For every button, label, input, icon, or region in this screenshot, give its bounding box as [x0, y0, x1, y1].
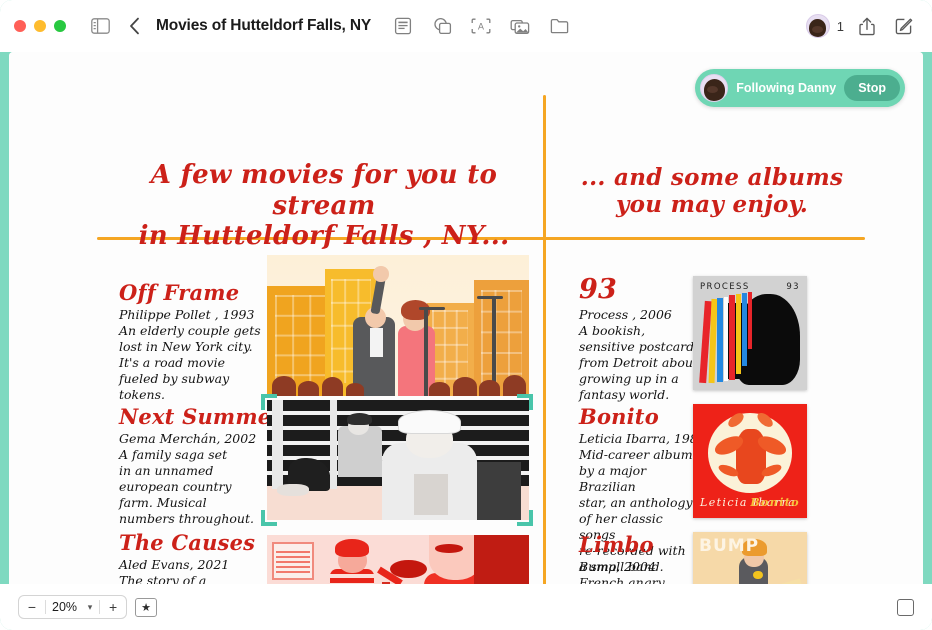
toolbar-right: 1 [805, 12, 918, 40]
album-cover-title: Bonito [750, 496, 800, 509]
chevron-down-icon[interactable]: ▾ [81, 602, 99, 613]
movie-title: The Causes [119, 530, 256, 555]
sidebar-icon[interactable] [86, 12, 114, 40]
movie-credit: Philippe Pollet , 1993 [119, 307, 255, 322]
album-credit: Process , 2006 [579, 307, 672, 322]
wetsuit-badge [753, 570, 763, 579]
vertical-divider-line [543, 95, 546, 613]
page-title: Movies of Hutteldorf Falls, NY [156, 17, 372, 34]
following-label: Following Danny [736, 81, 837, 95]
zoom-out-button[interactable]: − [19, 596, 45, 618]
album-cover-band-name: BUMP [699, 536, 760, 556]
selection-handle-bottom-right[interactable] [517, 510, 533, 526]
shapes-icon[interactable] [428, 12, 456, 40]
album-cover-number: 93 [786, 282, 800, 292]
maximize-button[interactable] [54, 20, 66, 32]
braid-white [723, 296, 729, 381]
movie-description: A family saga set in an unnamed european… [119, 447, 254, 526]
panel-icon[interactable] [897, 598, 914, 616]
sticky-note-icon[interactable] [389, 12, 417, 40]
following-avatar [700, 74, 729, 102]
window-frame [329, 400, 337, 489]
album-cover-1[interactable]: PROCESS 93 [693, 276, 807, 390]
bare-foot [277, 484, 309, 496]
braid-red [747, 291, 753, 349]
window-frame [272, 400, 283, 489]
board-canvas[interactable]: A few movies for you to stream in Huttel… [9, 52, 923, 622]
movie-description: An elderly couple gets lost in New York … [119, 323, 261, 402]
app-window: Movies of Hutteldorf Falls, NY A 1 A few… [0, 0, 932, 630]
microphone-head [390, 559, 427, 578]
movie-credit: Aled Evans, 2021 [119, 557, 230, 572]
share-icon[interactable] [853, 12, 881, 40]
following-pill: Following Danny Stop [695, 69, 905, 107]
bottom-bar: − 20% ▾ + ★ [0, 584, 932, 630]
movie-entry-2[interactable]: Next Summer Gema Merchán, 2002 A family … [119, 404, 283, 527]
movie-title: Off Frame [119, 280, 240, 305]
left-column-heading: A few movies for you to stream in Huttel… [138, 160, 510, 252]
album-cover-label: PROCESS [700, 282, 750, 292]
movie-still-2[interactable] [267, 400, 529, 520]
guitarist-hair [335, 539, 370, 558]
poster-lines [276, 550, 311, 576]
back-icon[interactable] [120, 12, 148, 40]
selection-handle-top-left[interactable] [261, 394, 277, 410]
movie-title: Next Summer [119, 404, 283, 429]
movie-entry-1[interactable]: Off Frame Philippe Pollet , 1993 An elde… [119, 280, 269, 403]
close-button[interactable] [14, 20, 26, 32]
zoom-in-button[interactable]: + [100, 596, 126, 618]
collaborator-avatar[interactable] [805, 14, 830, 38]
head-wrap [398, 409, 461, 434]
collaborator-count: 1 [836, 18, 844, 34]
braid-blue [716, 297, 723, 383]
selection-handle-top-right[interactable] [517, 394, 533, 410]
text-box-icon[interactable]: A [467, 12, 495, 40]
folder-icon[interactable] [545, 12, 573, 40]
album-credit: Bump, 2004 [579, 559, 656, 574]
movie-credit: Gema Merchán, 2002 [119, 431, 257, 446]
singer-lips [434, 543, 464, 553]
lamp-arm [418, 307, 446, 311]
zoom-level-value[interactable]: 20% [46, 600, 81, 614]
hand [373, 266, 390, 282]
braid-yellow [736, 294, 741, 375]
album-credit: Leticia Ibarra, 1986 [579, 431, 706, 446]
dark-furniture [476, 462, 522, 520]
stop-following-button[interactable]: Stop [844, 75, 900, 101]
right-column-heading: ... and some albums you may enjoy. [580, 164, 844, 219]
braid-red [729, 295, 736, 380]
movie-still-1[interactable]: DR [267, 255, 529, 396]
album-title: Limbo [579, 532, 654, 557]
crowd-silhouettes [267, 364, 529, 396]
canvas-area[interactable]: A few movies for you to stream in Huttel… [9, 52, 923, 622]
compose-icon[interactable] [890, 12, 918, 40]
album-title: 93 [579, 274, 617, 305]
minimize-button[interactable] [34, 20, 46, 32]
album-cover-2[interactable]: Leticia Ibarra Bonito [693, 404, 807, 518]
patterned-top [413, 474, 448, 516]
seated-man-hair [346, 413, 372, 426]
zoom-control: − 20% ▾ + [18, 595, 128, 619]
album-description: A bookish, sensitive postcard from Detro… [579, 323, 698, 402]
album-title: Bonito [579, 404, 659, 429]
svg-text:A: A [478, 23, 485, 33]
braid-blue [742, 293, 747, 367]
tool-group: A [389, 12, 573, 40]
traffic-lights [14, 20, 66, 32]
star-icon[interactable]: ★ [135, 597, 158, 617]
media-icon[interactable] [506, 12, 534, 40]
selection-handle-bottom-left[interactable] [261, 510, 277, 526]
album-entry-1[interactable]: 93 Process , 2006 A bookish, sensitive p… [579, 274, 699, 403]
title-bar: Movies of Hutteldorf Falls, NY A 1 [0, 0, 932, 52]
shirt [370, 328, 384, 357]
lamp-arm [476, 295, 503, 299]
